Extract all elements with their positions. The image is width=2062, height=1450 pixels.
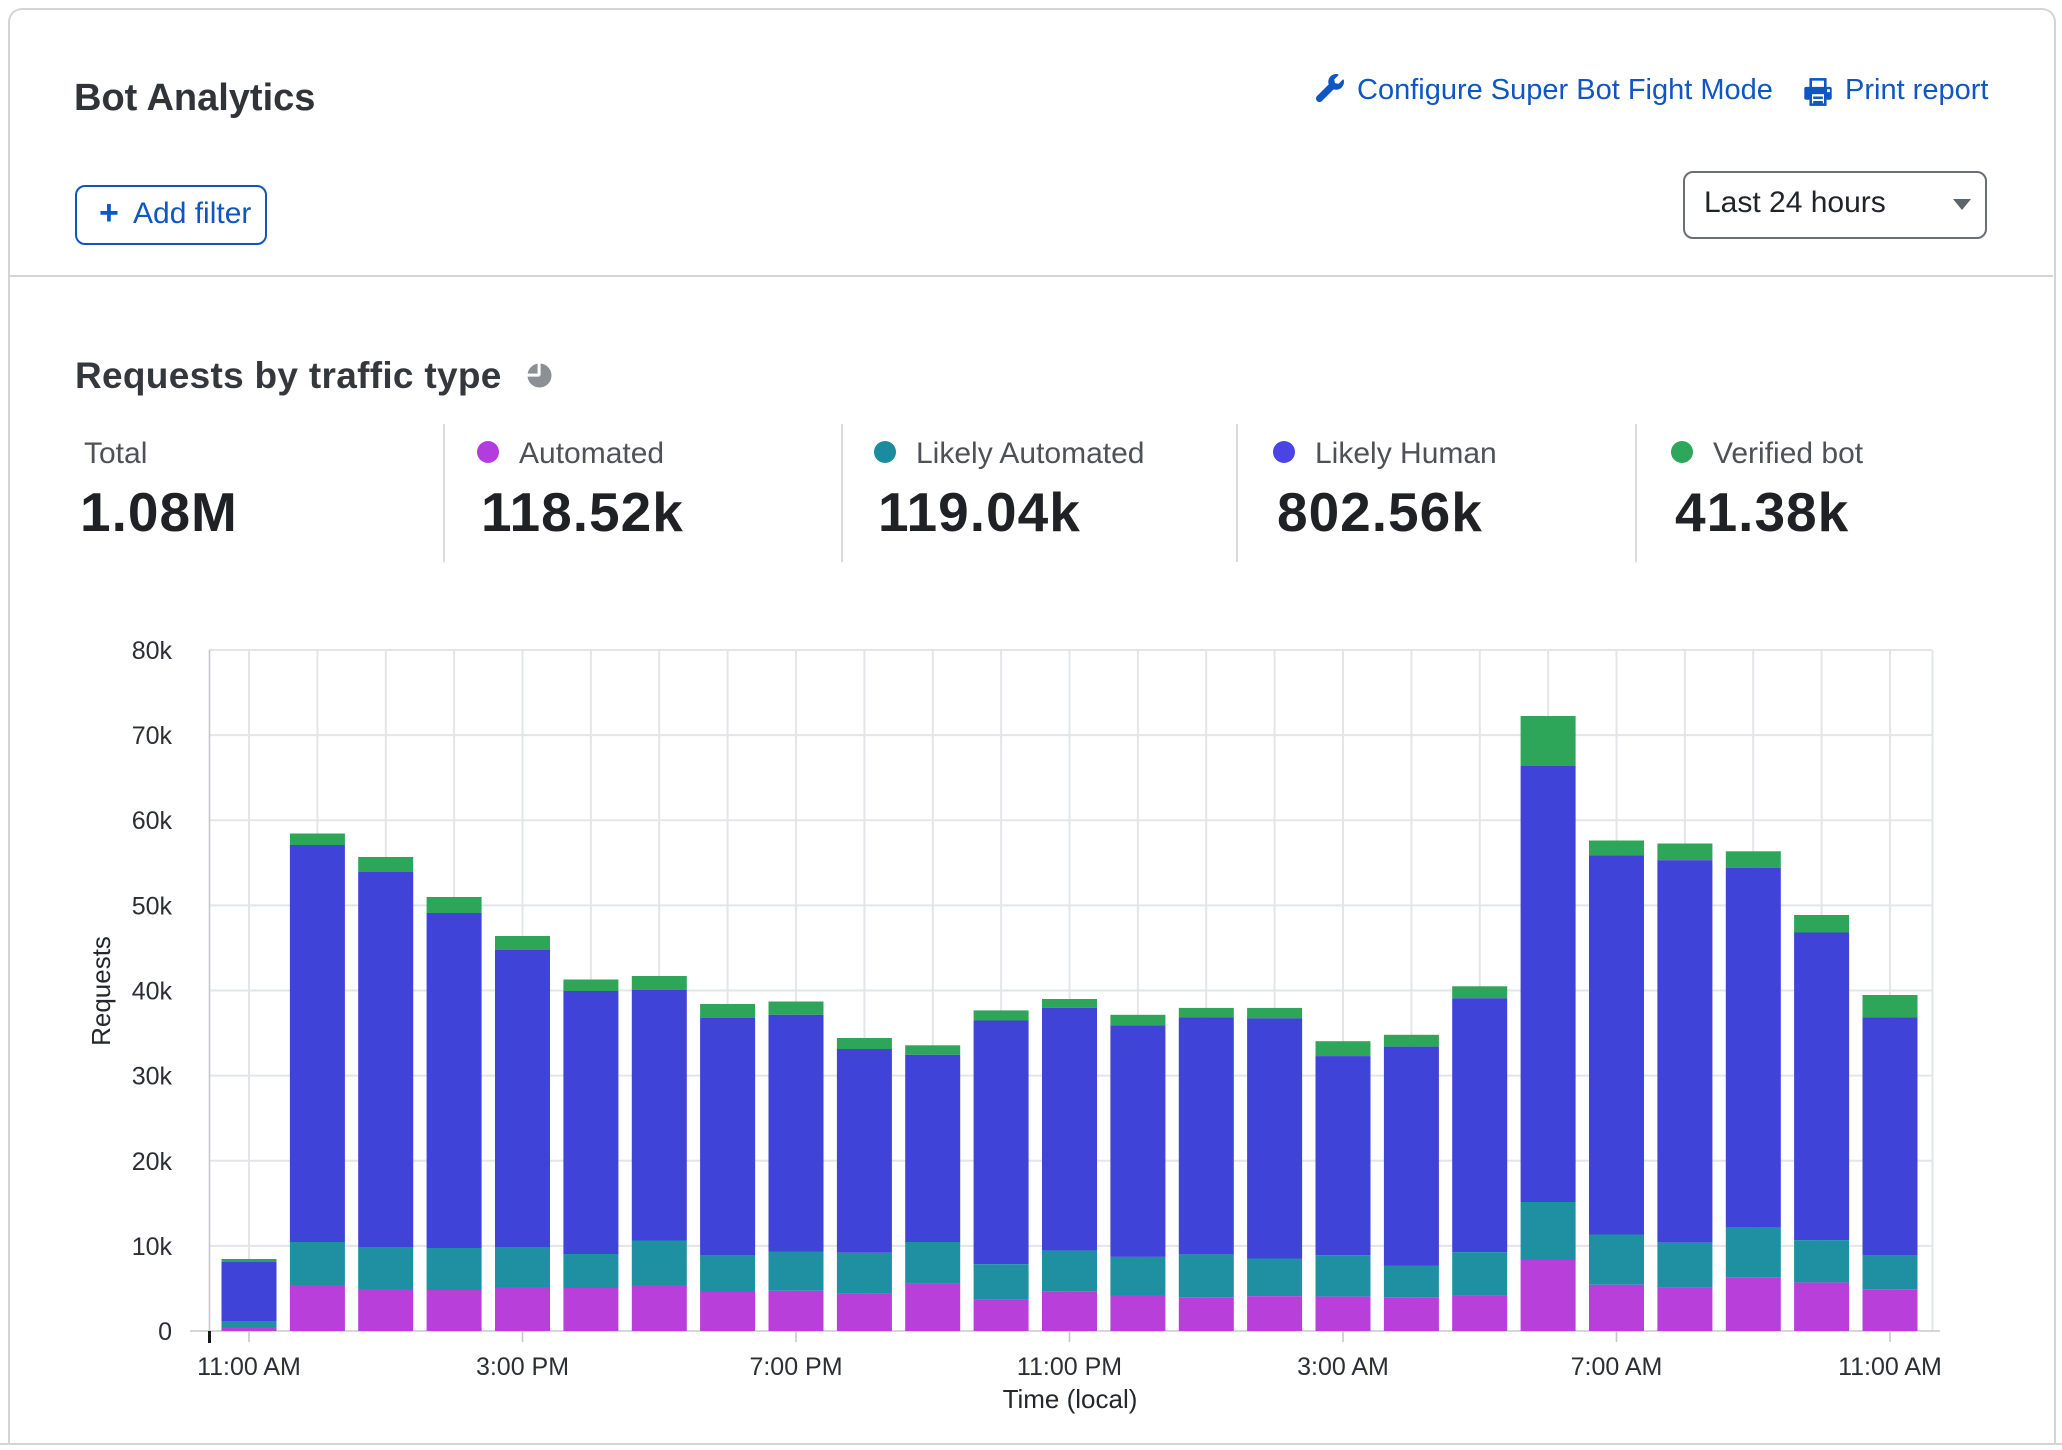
svg-text:11:00 AM: 11:00 AM — [197, 1353, 301, 1381]
svg-text:80k: 80k — [132, 637, 173, 665]
svg-text:40k: 40k — [132, 978, 173, 1006]
svg-text:10k: 10k — [132, 1233, 173, 1261]
svg-text:30k: 30k — [132, 1063, 173, 1091]
svg-text:20k: 20k — [132, 1148, 173, 1176]
svg-text:3:00 AM: 3:00 AM — [1297, 1353, 1389, 1381]
svg-text:70k: 70k — [132, 722, 173, 750]
svg-text:50k: 50k — [132, 892, 173, 920]
svg-text:3:00 PM: 3:00 PM — [476, 1353, 569, 1381]
svg-text:Time (local): Time (local) — [1003, 1384, 1138, 1414]
svg-text:11:00 AM: 11:00 AM — [1838, 1353, 1942, 1381]
svg-text:11:00 PM: 11:00 PM — [1017, 1353, 1122, 1381]
svg-text:0: 0 — [158, 1318, 172, 1346]
svg-text:7:00 AM: 7:00 AM — [1571, 1353, 1663, 1381]
svg-text:7:00 PM: 7:00 PM — [749, 1353, 842, 1381]
svg-text:Requests: Requests — [86, 936, 116, 1046]
svg-text:60k: 60k — [132, 807, 173, 835]
